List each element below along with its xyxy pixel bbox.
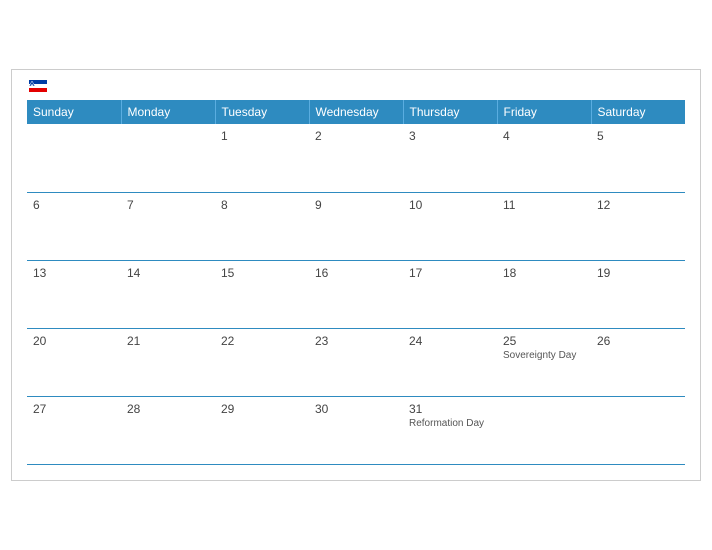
calendar-cell: 4 — [497, 124, 591, 192]
calendar-cell: 27 — [27, 396, 121, 464]
calendar-week-row: 20 21 22 23 24 25 Sovereignty Day 26 — [27, 328, 685, 396]
day-number: 27 — [33, 402, 115, 416]
weekday-header-sunday: Sunday — [27, 100, 121, 124]
calendar-cell — [591, 396, 685, 464]
holiday-name: Reformation Day — [409, 418, 491, 429]
weekday-header-monday: Monday — [121, 100, 215, 124]
day-number: 22 — [221, 334, 303, 348]
calendar-cell: 26 — [591, 328, 685, 396]
day-number: 13 — [33, 266, 115, 280]
calendar-cell: 23 — [309, 328, 403, 396]
day-number: 24 — [409, 334, 491, 348]
logo-flag-icon: ★ — [29, 80, 47, 92]
day-number: 31 — [409, 402, 491, 416]
calendar-cell: 17 — [403, 260, 497, 328]
calendar-cell — [497, 396, 591, 464]
calendar-week-row: 12345 — [27, 124, 685, 192]
logo: ★ — [27, 80, 47, 92]
calendar-cell: 3 — [403, 124, 497, 192]
day-number: 20 — [33, 334, 115, 348]
day-number: 9 — [315, 198, 397, 212]
weekday-header-tuesday: Tuesday — [215, 100, 309, 124]
calendar-week-row: 27 28 29 30 31 Reformation Day — [27, 396, 685, 464]
calendar-cell: 1 — [215, 124, 309, 192]
day-number: 23 — [315, 334, 397, 348]
calendar-week-row: 13 14 15 16 17 18 19 — [27, 260, 685, 328]
day-number: 15 — [221, 266, 303, 280]
calendar-cell: 6 — [27, 192, 121, 260]
day-number: 18 — [503, 266, 585, 280]
calendar-container: ★ SundayMondayTuesdayWednesdayThursdayFr… — [11, 69, 701, 481]
calendar-cell: 28 — [121, 396, 215, 464]
weekday-header-row: SundayMondayTuesdayWednesdayThursdayFrid… — [27, 100, 685, 124]
calendar-cell: 24 — [403, 328, 497, 396]
calendar-cell: 9 — [309, 192, 403, 260]
day-number: 5 — [597, 129, 679, 143]
day-number: 29 — [221, 402, 303, 416]
day-number: 14 — [127, 266, 209, 280]
day-number: 30 — [315, 402, 397, 416]
calendar-header: ★ — [27, 80, 685, 92]
day-number: 17 — [409, 266, 491, 280]
day-number: 7 — [127, 198, 209, 212]
calendar-cell: 2 — [309, 124, 403, 192]
weekday-header-friday: Friday — [497, 100, 591, 124]
weekday-header-thursday: Thursday — [403, 100, 497, 124]
day-number: 6 — [33, 198, 115, 212]
calendar-cell: 5 — [591, 124, 685, 192]
calendar-cell: 19 — [591, 260, 685, 328]
day-number: 10 — [409, 198, 491, 212]
day-number: 21 — [127, 334, 209, 348]
calendar-cell: 8 — [215, 192, 309, 260]
calendar-cell: 29 — [215, 396, 309, 464]
calendar-cell: 13 — [27, 260, 121, 328]
calendar-cell: 25 Sovereignty Day — [497, 328, 591, 396]
day-number: 28 — [127, 402, 209, 416]
svg-text:★: ★ — [30, 83, 34, 88]
weekday-header-saturday: Saturday — [591, 100, 685, 124]
weekday-header-wednesday: Wednesday — [309, 100, 403, 124]
calendar-cell: 14 — [121, 260, 215, 328]
day-number: 8 — [221, 198, 303, 212]
calendar-cell: 18 — [497, 260, 591, 328]
day-number: 25 — [503, 334, 585, 348]
calendar-cell: 16 — [309, 260, 403, 328]
calendar-cell: 30 — [309, 396, 403, 464]
day-number: 12 — [597, 198, 679, 212]
holiday-name: Sovereignty Day — [503, 350, 585, 361]
calendar-cell — [27, 124, 121, 192]
day-number: 4 — [503, 129, 585, 143]
calendar-cell: 22 — [215, 328, 309, 396]
day-number: 1 — [221, 129, 303, 143]
calendar-table: SundayMondayTuesdayWednesdayThursdayFrid… — [27, 100, 685, 465]
day-number: 11 — [503, 198, 585, 212]
calendar-cell: 7 — [121, 192, 215, 260]
calendar-cell: 20 — [27, 328, 121, 396]
calendar-cell: 31 Reformation Day — [403, 396, 497, 464]
day-number: 16 — [315, 266, 397, 280]
calendar-cell: 10 — [403, 192, 497, 260]
calendar-week-row: 6789 10 11 12 — [27, 192, 685, 260]
calendar-cell: 15 — [215, 260, 309, 328]
calendar-cell — [121, 124, 215, 192]
calendar-cell: 21 — [121, 328, 215, 396]
calendar-cell: 12 — [591, 192, 685, 260]
day-number: 3 — [409, 129, 491, 143]
day-number: 26 — [597, 334, 679, 348]
calendar-cell: 11 — [497, 192, 591, 260]
day-number: 2 — [315, 129, 397, 143]
day-number: 19 — [597, 266, 679, 280]
